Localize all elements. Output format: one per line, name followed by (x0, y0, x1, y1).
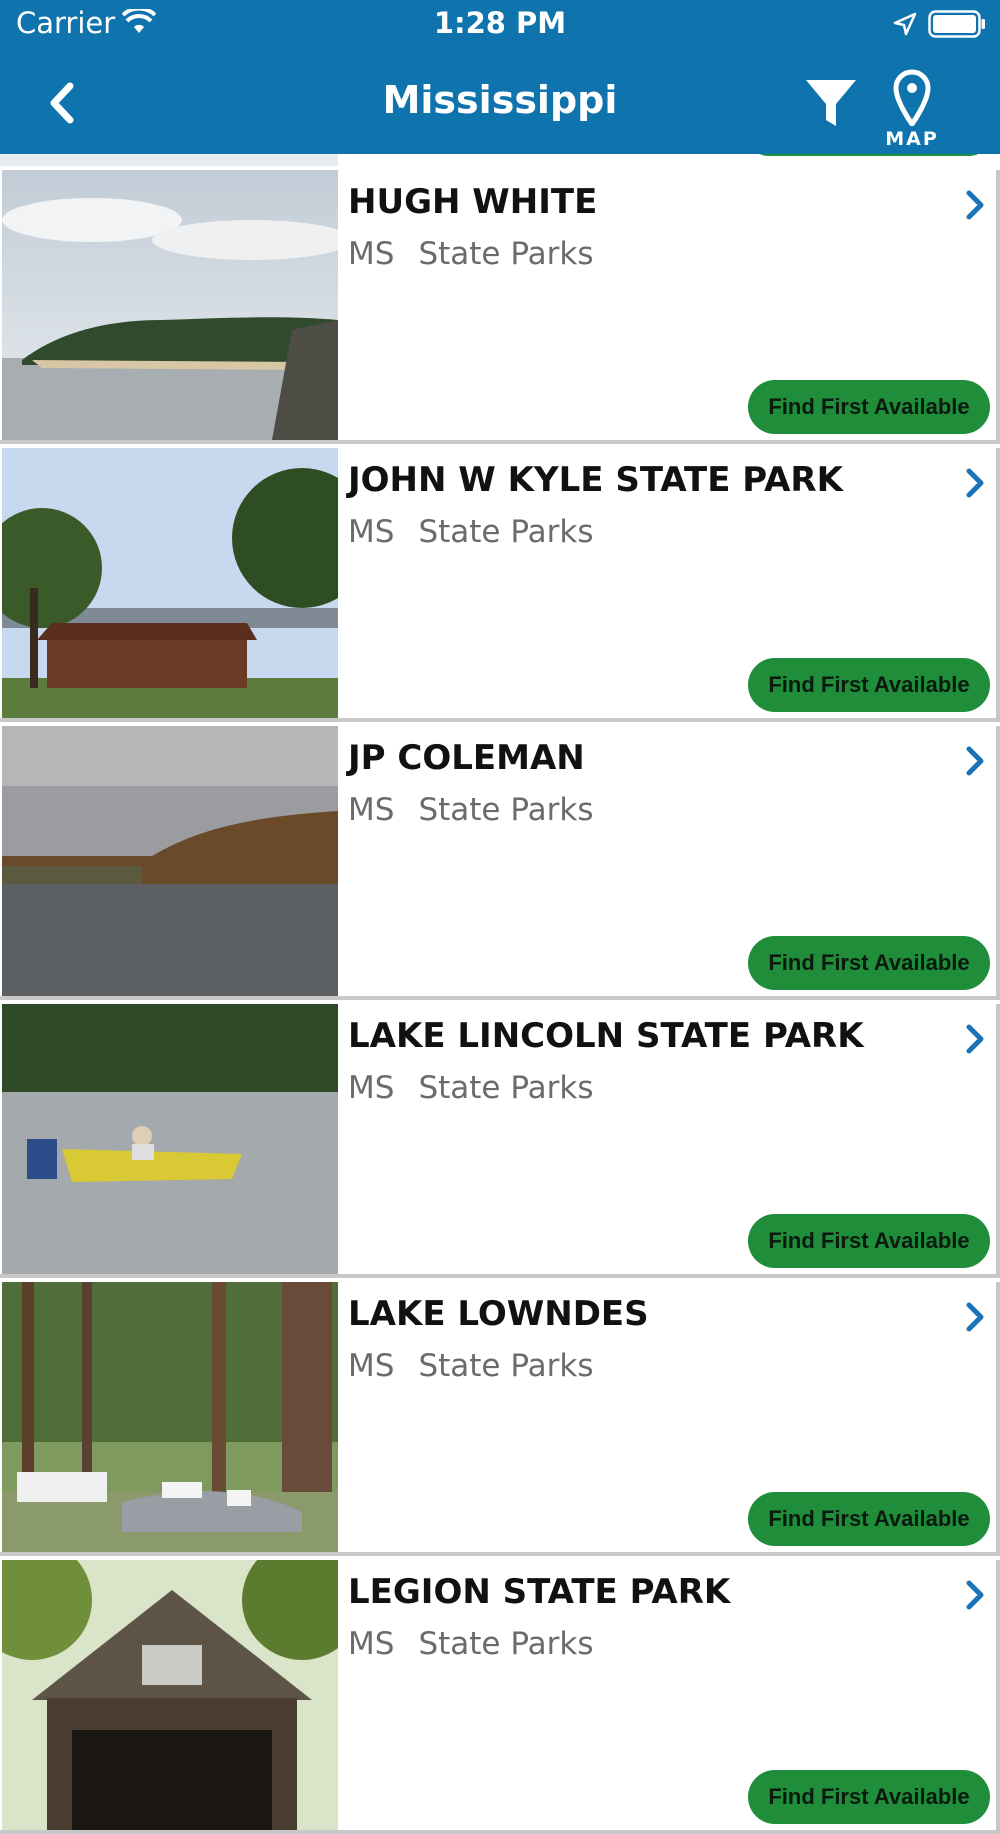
park-meta: MS State Parks (348, 1626, 594, 1662)
park-state: MS (348, 1348, 395, 1384)
map-label: MAP (885, 128, 939, 150)
battery-icon (928, 10, 985, 38)
park-meta: MS State Parks (348, 236, 594, 272)
park-name: HUGH WHITE (348, 182, 598, 222)
filter-button[interactable] (800, 72, 862, 134)
park-thumbnail (2, 1560, 338, 1830)
chevron-right-icon[interactable] (962, 188, 988, 222)
park-thumbnail (2, 1282, 338, 1552)
filter-icon (806, 80, 856, 126)
park-thumbnail (2, 170, 338, 440)
map-pin-icon (893, 69, 931, 126)
park-meta: MS State Parks (348, 514, 594, 550)
park-category: State Parks (418, 1070, 594, 1106)
top-bar: Carrier 1:28 PM Mississippi MAP (0, 0, 1000, 154)
park-category: State Parks (418, 236, 594, 272)
park-category: State Parks (418, 1348, 594, 1384)
chevron-right-icon[interactable] (962, 466, 988, 500)
find-first-available-button[interactable]: Find First Available (748, 1492, 990, 1546)
park-state: MS (348, 514, 395, 550)
find-first-available-button[interactable]: Find First Available (748, 380, 990, 434)
park-thumbnail (2, 448, 338, 718)
park-name: JOHN W KYLE STATE PARK (348, 460, 843, 500)
list-item[interactable]: JOHN W KYLE STATE PARK MS State Parks Fin… (0, 448, 1000, 722)
chevron-right-icon[interactable] (962, 744, 988, 778)
park-state: MS (348, 236, 395, 272)
navigation-bar: Mississippi MAP (0, 50, 1000, 154)
list-item[interactable]: HUGH WHITE MS State Parks Find First Avai… (0, 170, 1000, 444)
park-name: LAKE LOWNDES (348, 1294, 649, 1334)
park-name: LAKE LINCOLN STATE PARK (348, 1016, 864, 1056)
map-button[interactable]: MAP (878, 68, 946, 150)
list-item[interactable]: LEGION STATE PARK MS State Parks Find Fir… (0, 1560, 1000, 1834)
chevron-right-icon[interactable] (962, 1022, 988, 1056)
park-name: LEGION STATE PARK (348, 1572, 731, 1612)
park-state: MS (348, 1070, 395, 1106)
park-meta: MS State Parks (348, 1348, 594, 1384)
find-first-available-button[interactable]: Find First Available (748, 658, 990, 712)
park-state: MS (348, 1626, 395, 1662)
clock: 1:28 PM (433, 6, 567, 40)
chevron-right-icon[interactable] (962, 1578, 988, 1612)
location-arrow-icon (893, 12, 917, 36)
park-thumbnail (2, 726, 338, 996)
status-bar: Carrier 1:28 PM (0, 0, 1000, 50)
find-first-available-button[interactable]: Find First Available (748, 936, 990, 990)
park-category: State Parks (418, 1626, 594, 1662)
park-category: State Parks (418, 514, 594, 550)
chevron-right-icon[interactable] (962, 1300, 988, 1334)
find-first-available-button[interactable]: Find First Available (748, 1214, 990, 1268)
list-item[interactable]: LAKE LINCOLN STATE PARK MS State Parks Fi… (0, 1004, 1000, 1278)
park-name: JP COLEMAN (348, 738, 585, 778)
list-item[interactable]: JP COLEMAN MS State Parks Find First Avai… (0, 726, 1000, 1000)
park-meta: MS State Parks (348, 792, 594, 828)
find-first-available-button[interactable]: Find First Available (748, 1770, 990, 1824)
park-meta: MS State Parks (348, 1070, 594, 1106)
park-state: MS (348, 792, 395, 828)
list-item[interactable]: LAKE LOWNDES MS State Parks Find First Av… (0, 1282, 1000, 1556)
park-thumbnail (2, 1004, 338, 1274)
park-category: State Parks (418, 792, 594, 828)
